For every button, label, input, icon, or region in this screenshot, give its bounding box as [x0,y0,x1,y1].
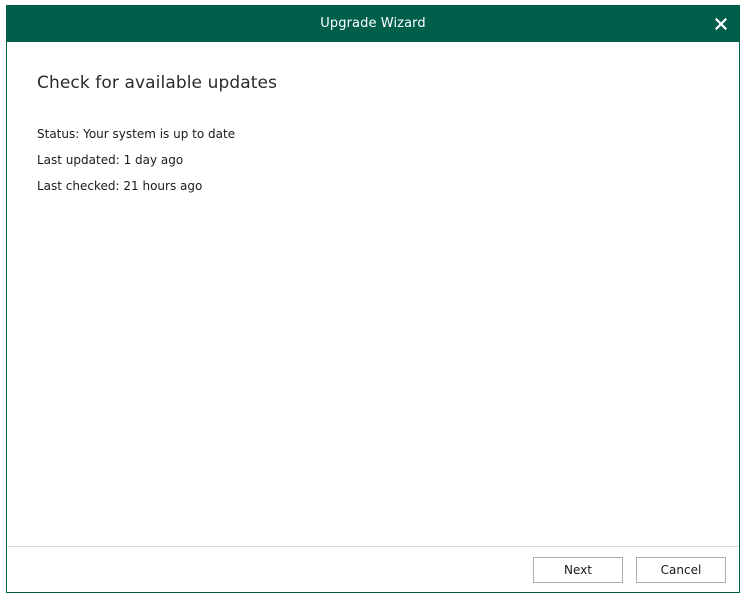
cancel-button[interactable]: Cancel [636,557,726,583]
close-button[interactable] [703,6,739,42]
window-title: Upgrade Wizard [320,16,426,31]
title-bar: Upgrade Wizard [7,6,739,42]
next-button[interactable]: Next [533,557,623,583]
close-icon [714,17,728,30]
status-text: Status: Your system is up to date [37,127,236,141]
upgrade-wizard-window: Upgrade Wizard Check for available updat… [6,5,740,593]
wizard-footer: Next Cancel [7,546,739,592]
page-heading: Check for available updates [37,73,278,93]
last-checked-text: Last checked: 21 hours ago [37,179,203,193]
last-updated-text: Last updated: 1 day ago [37,153,184,167]
